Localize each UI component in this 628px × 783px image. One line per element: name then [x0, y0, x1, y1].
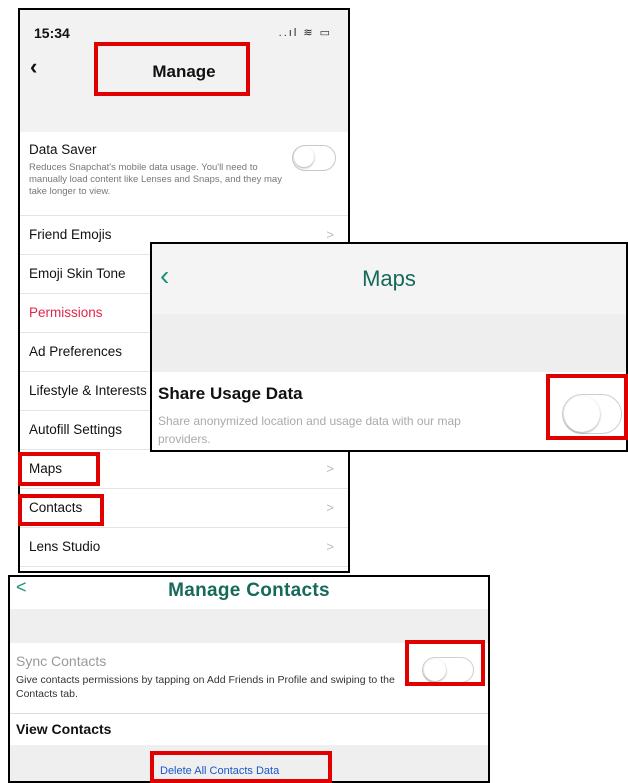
- row-label: Friend Emojis: [29, 227, 112, 242]
- view-contacts-row[interactable]: View Contacts: [10, 713, 488, 745]
- contacts-title: Manage Contacts: [168, 580, 330, 601]
- highlight-sync-toggle: [405, 640, 485, 686]
- chevron-right-icon: >: [326, 539, 334, 554]
- highlight-maps-row: [18, 452, 100, 486]
- data-saver-label: Data Saver: [29, 142, 97, 157]
- section-gap: [20, 108, 348, 132]
- section-gap: [152, 314, 626, 372]
- contacts-header: < Manage Contacts: [10, 577, 488, 609]
- data-saver-row[interactable]: Data Saver Reduces Snapchat's mobile dat…: [20, 132, 348, 216]
- sync-contacts-description: Give contacts permissions by tapping on …: [16, 674, 395, 700]
- row-label: Lifestyle & Interests: [29, 383, 147, 398]
- share-usage-label: Share Usage Data: [158, 384, 303, 403]
- row-label: Autofill Settings: [29, 422, 123, 437]
- chevron-right-icon: >: [326, 227, 334, 242]
- highlight-manage-title: [94, 42, 250, 96]
- toggle-knob: [294, 147, 314, 167]
- row-lens-studio[interactable]: Lens Studio >: [20, 528, 348, 567]
- data-saver-toggle[interactable]: [292, 145, 336, 171]
- status-icons: ..ıl ≋ ▭: [278, 27, 332, 39]
- chevron-right-icon: >: [326, 461, 334, 476]
- chevron-right-icon: >: [326, 500, 334, 515]
- highlight-delete-button: [150, 751, 332, 783]
- section-gap: [10, 609, 488, 643]
- data-saver-description: Reduces Snapchat's mobile data usage. Yo…: [29, 162, 282, 197]
- row-label: Permissions: [29, 305, 103, 320]
- maps-title: Maps: [362, 266, 416, 291]
- sync-contacts-label: Sync Contacts: [16, 653, 107, 669]
- row-label: Ad Preferences: [29, 344, 123, 359]
- view-contacts-label: View Contacts: [16, 721, 112, 737]
- share-usage-description: Share anonymized location and usage data…: [158, 414, 461, 446]
- maps-header: ‹ Maps: [152, 244, 626, 314]
- row-label: Emoji Skin Tone: [29, 266, 126, 281]
- status-time: 15:34: [34, 25, 70, 41]
- highlight-share-usage-toggle: [546, 374, 628, 440]
- highlight-contacts-row: [18, 494, 104, 526]
- row-label: Lens Studio: [29, 539, 101, 554]
